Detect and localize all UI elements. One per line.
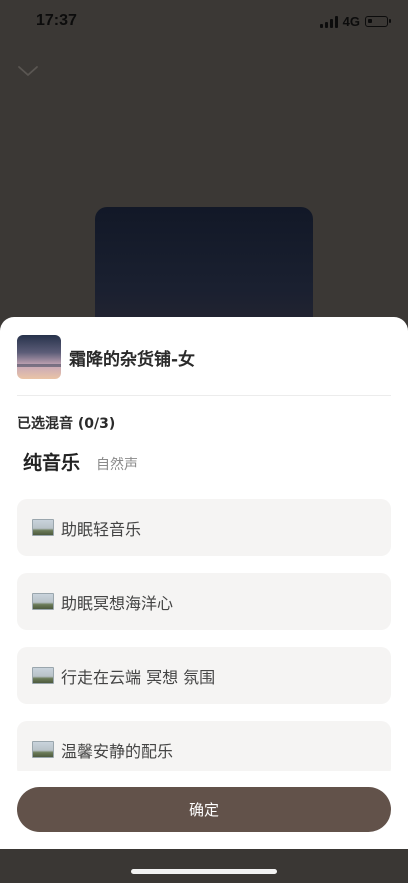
list-item-label: 助眠轻音乐 — [61, 519, 142, 539]
landscape-icon — [32, 593, 54, 610]
landscape-icon — [32, 741, 54, 758]
list-item-label: 行走在云端 冥想 氛围 — [61, 667, 216, 687]
category-tabs: 纯音乐 自然声 — [23, 448, 138, 475]
confirm-button[interactable]: 确定 — [17, 787, 391, 832]
sheet-header: 霜降的杂货铺-女 — [17, 334, 391, 380]
bottom-overlay — [0, 849, 408, 883]
landscape-icon — [32, 667, 54, 684]
landscape-icon — [32, 519, 54, 536]
status-indicators: 4G — [319, 14, 391, 29]
tab-nature-sounds[interactable]: 自然声 — [96, 454, 138, 474]
divider — [17, 395, 391, 396]
status-bar: 17:37 4G — [0, 0, 408, 46]
chevron-down-icon[interactable] — [16, 62, 40, 80]
track-thumbnail — [17, 335, 61, 379]
list-item[interactable]: 温馨安静的配乐 — [17, 721, 391, 771]
list-item-label: 温馨安静的配乐 — [61, 741, 174, 761]
status-time: 17:37 — [36, 12, 77, 29]
list-item[interactable]: 助眠冥想海洋心 — [17, 573, 391, 630]
selected-mix-count: 已选混音 (0/3) — [17, 416, 116, 432]
battery-icon — [365, 16, 391, 27]
list-item[interactable]: 行走在云端 冥想 氛围 — [17, 647, 391, 704]
track-title: 霜降的杂货铺-女 — [69, 349, 196, 370]
sound-list[interactable]: 助眠轻音乐 助眠冥想海洋心 行走在云端 冥想 氛围 温馨安静的配乐 — [17, 499, 391, 771]
list-item-label: 助眠冥想海洋心 — [61, 593, 174, 613]
signal-icon — [319, 15, 338, 28]
home-indicator[interactable] — [131, 869, 277, 874]
mix-sheet: 霜降的杂货铺-女 已选混音 (0/3) 纯音乐 自然声 助眠轻音乐 助眠冥想海洋… — [0, 317, 408, 849]
network-type: 4G — [342, 14, 360, 29]
tab-pure-music[interactable]: 纯音乐 — [23, 448, 80, 475]
list-item[interactable]: 助眠轻音乐 — [17, 499, 391, 556]
